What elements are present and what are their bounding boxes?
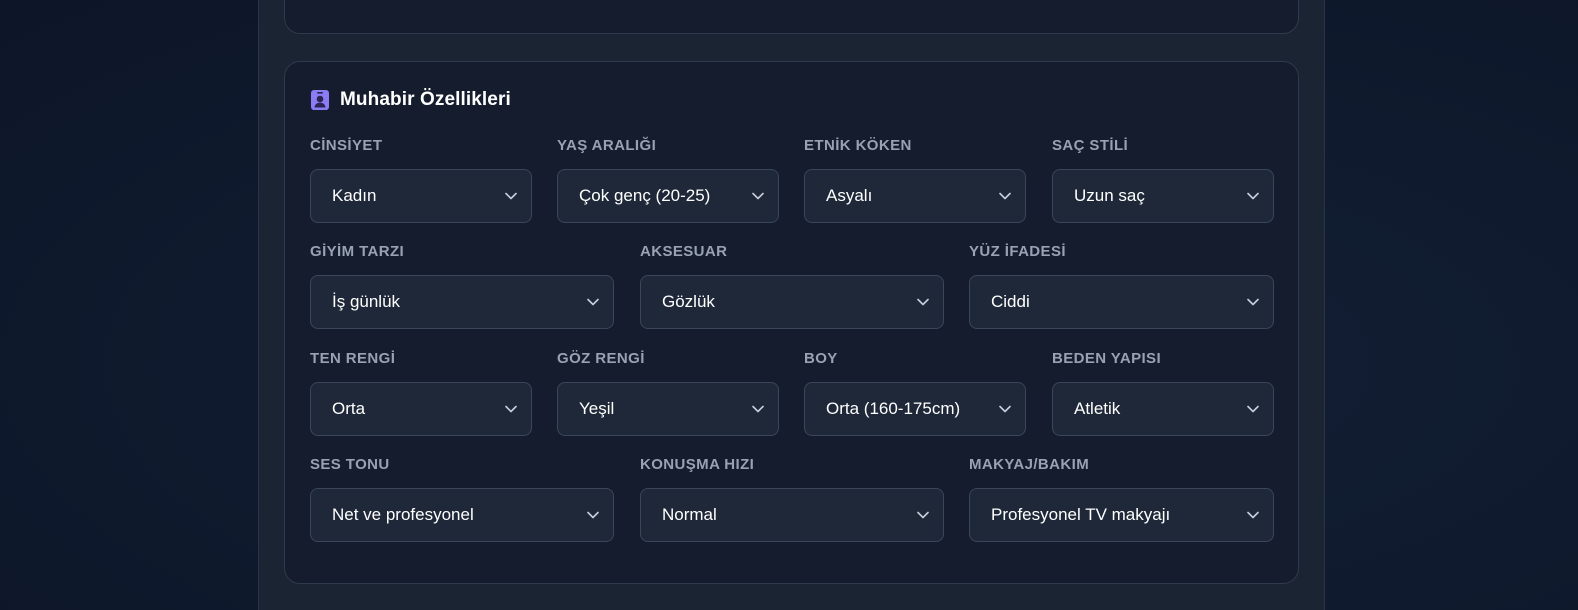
chevron-down-icon — [917, 511, 929, 519]
gender-field: CİNSİYET Kadın — [310, 135, 532, 223]
gender-select[interactable]: Kadın — [310, 169, 532, 223]
skin-tone-field: TEN RENGİ Orta — [310, 348, 532, 436]
speech-speed-label: KONUŞMA HIZI — [640, 456, 755, 473]
eye-color-label: GÖZ RENGİ — [557, 350, 645, 367]
body-type-field: BEDEN YAPISI Atletik — [1052, 348, 1274, 436]
id-badge-icon — [310, 89, 330, 111]
eye-color-value: Yeşil — [579, 399, 615, 418]
clothing-style-field: GİYİM TARZI İş günlük — [310, 241, 614, 329]
speech-speed-value: Normal — [662, 505, 717, 524]
gender-value: Kadın — [332, 186, 377, 205]
chevron-down-icon — [505, 192, 517, 200]
body-type-value: Atletik — [1074, 399, 1121, 418]
clothing-style-label: GİYİM TARZI — [310, 243, 405, 260]
hair-style-select[interactable]: Uzun saç — [1052, 169, 1274, 223]
height-select[interactable]: Orta (160-175cm) — [804, 382, 1026, 436]
speech-speed-field: KONUŞMA HIZI Normal — [640, 454, 944, 542]
chevron-down-icon — [999, 192, 1011, 200]
accessory-value: Gözlük — [662, 292, 715, 311]
body-type-select[interactable]: Atletik — [1052, 382, 1274, 436]
skin-tone-value: Orta — [332, 399, 366, 418]
hair-style-field: SAÇ STİLİ Uzun saç — [1052, 135, 1274, 223]
age-range-label: YAŞ ARALIĞI — [557, 137, 657, 154]
facial-expression-label: YÜZ İFADESİ — [969, 243, 1066, 260]
ethnicity-select[interactable]: Asyalı — [804, 169, 1026, 223]
height-field: BOY Orta (160-175cm) — [804, 348, 1026, 436]
makeup-value: Profesyonel TV makyajı — [991, 505, 1171, 524]
age-range-value: Çok genç (20-25) — [579, 186, 711, 205]
eye-color-field: GÖZ RENGİ Yeşil — [557, 348, 779, 436]
content-column: Muhabir Özellikleri CİNSİYET Kadın YAŞ A… — [258, 0, 1325, 610]
clothing-style-value: İş günlük — [332, 292, 401, 311]
accessory-label: AKSESUAR — [640, 243, 728, 260]
chevron-down-icon — [505, 405, 517, 413]
facial-expression-field: YÜZ İFADESİ Ciddi — [969, 241, 1274, 329]
eye-color-select[interactable]: Yeşil — [557, 382, 779, 436]
makeup-field: MAKYAJ/BAKIM Profesyonel TV makyajı — [969, 454, 1274, 542]
voice-tone-label: SES TONU — [310, 456, 390, 473]
makeup-label: MAKYAJ/BAKIM — [969, 456, 1090, 473]
chevron-down-icon — [1247, 405, 1259, 413]
skin-tone-label: TEN RENGİ — [310, 350, 396, 367]
ethnicity-field: ETNİK KÖKEN Asyalı — [804, 135, 1026, 223]
clothing-style-select[interactable]: İş günlük — [310, 275, 614, 329]
body-type-label: BEDEN YAPISI — [1052, 350, 1162, 367]
speech-speed-select[interactable]: Normal — [640, 488, 944, 542]
hair-style-value: Uzun saç — [1074, 186, 1145, 205]
accessory-select[interactable]: Gözlük — [640, 275, 944, 329]
chevron-down-icon — [1247, 511, 1259, 519]
chevron-down-icon — [917, 298, 929, 306]
hair-style-label: SAÇ STİLİ — [1052, 137, 1129, 154]
chevron-down-icon — [1247, 192, 1259, 200]
chevron-down-icon — [587, 511, 599, 519]
voice-tone-field: SES TONU Net ve profesyonel — [310, 454, 614, 542]
voice-tone-select[interactable]: Net ve profesyonel — [310, 488, 614, 542]
chevron-down-icon — [752, 405, 764, 413]
skin-tone-select[interactable]: Orta — [310, 382, 532, 436]
facial-expression-value: Ciddi — [991, 292, 1030, 311]
height-value: Orta (160-175cm) — [826, 399, 961, 418]
section-header: Muhabir Özellikleri — [310, 88, 511, 112]
ethnicity-value: Asyalı — [826, 186, 873, 205]
facial-expression-select[interactable]: Ciddi — [969, 275, 1274, 329]
ethnicity-label: ETNİK KÖKEN — [804, 137, 912, 154]
voice-tone-value: Net ve profesyonel — [332, 505, 474, 524]
gender-label: CİNSİYET — [310, 137, 383, 154]
chevron-down-icon — [587, 298, 599, 306]
age-range-select[interactable]: Çok genç (20-25) — [557, 169, 779, 223]
reporter-attributes-card: Muhabir Özellikleri CİNSİYET Kadın YAŞ A… — [284, 61, 1299, 584]
age-range-field: YAŞ ARALIĞI Çok genç (20-25) — [557, 135, 779, 223]
section-title: Muhabir Özellikleri — [340, 89, 511, 110]
chevron-down-icon — [999, 405, 1011, 413]
chevron-down-icon — [752, 192, 764, 200]
accessory-field: AKSESUAR Gözlük — [640, 241, 944, 329]
previous-section-card — [284, 0, 1299, 34]
height-label: BOY — [804, 350, 838, 367]
chevron-down-icon — [1247, 298, 1259, 306]
makeup-select[interactable]: Profesyonel TV makyajı — [969, 488, 1274, 542]
